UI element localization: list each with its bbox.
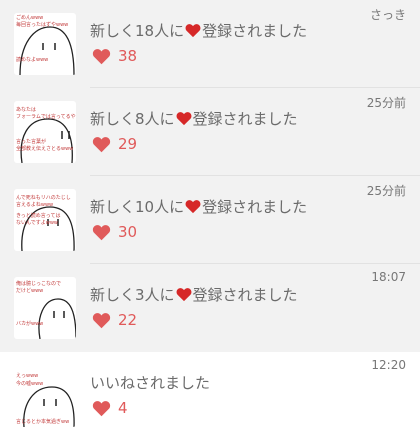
timestamp: 25分前 xyxy=(366,184,406,198)
notification-row[interactable]: んで死ねもリハのたじし 言えるよねwww きっと読め言っては ないんですよwww… xyxy=(0,176,420,264)
notification-row[interactable]: 俺は臆じっこなので だけどwww バカがwww 新しく3人に 登録されました 22… xyxy=(0,264,420,352)
thumbnail-image: えっwww 今の嘘www 言じるとか本気過ぎww xyxy=(14,365,76,427)
thumbnail-caption: 言った言葉が xyxy=(16,139,47,145)
thumbnail-caption: ないんですよwww xyxy=(16,220,59,226)
like-count-value: 29 xyxy=(118,135,138,153)
heart-icon xyxy=(92,48,111,64)
notification-title: 新しく3人に 登録されました xyxy=(90,286,298,304)
heart-icon xyxy=(92,136,111,152)
heart-icon xyxy=(92,312,111,328)
like-count: 30 xyxy=(92,222,137,242)
heart-icon xyxy=(176,112,191,126)
like-count-value: 38 xyxy=(118,47,138,65)
timestamp: 25分前 xyxy=(366,96,406,110)
thumbnail-image: んで死ねもリハのたじし 言えるよねwww きっと読め言っては ないんですよwww xyxy=(14,189,76,251)
thumbnail-image: ごめんwww 毎回言ったはずやwww 読めなよwww xyxy=(14,13,76,75)
heart-icon xyxy=(185,24,201,38)
thumbnail-caption: バカがwww xyxy=(16,321,44,327)
like-count-value: 30 xyxy=(118,223,138,241)
thumbnail-caption: んで死ねもリハのたじし xyxy=(16,195,71,201)
thumbnail-caption: フォーラムでは言ってるや xyxy=(16,114,76,120)
notification-row[interactable]: ごめんwww 毎回言ったはずやwww 読めなよwww 新しく18人に 登録されまし… xyxy=(0,0,420,88)
notification-title: 新しく8人に 登録されました xyxy=(90,110,298,128)
like-count-value: 22 xyxy=(118,311,138,329)
thumbnail-caption: 俺は臆じっこなので xyxy=(16,281,62,287)
heart-icon xyxy=(92,224,111,240)
thumbnail-caption: 言えるよねwww xyxy=(16,202,54,208)
heart-icon xyxy=(185,200,201,214)
thumbnail-caption: えっwww xyxy=(16,373,39,379)
notification-title: 新しく10人に 登録されました xyxy=(90,198,308,216)
thumbnail-caption: ごめんwww xyxy=(16,15,44,21)
timestamp: さっき xyxy=(369,8,406,22)
thumbnail-image: 俺は臆じっこなので だけどwww バカがwww xyxy=(14,277,76,339)
thumbnail-caption: 読めなよwww xyxy=(16,57,49,63)
thumbnail-caption: 毎回言ったはずやwww xyxy=(16,22,69,28)
thumbnail-caption: だけどwww xyxy=(16,288,44,294)
timestamp: 18:07 xyxy=(371,270,406,284)
notification-row[interactable]: えっwww 今の嘘www 言じるとか本気過ぎww いいねされました 4 12:2… xyxy=(0,352,420,440)
like-count: 4 xyxy=(92,398,128,418)
thumbnail-caption: 言じるとか本気過ぎww xyxy=(16,419,70,425)
thumbnail-caption: 全部教え伝えさとるwww xyxy=(16,146,74,152)
notification-title: 新しく18人に 登録されました xyxy=(90,22,308,40)
notification-row[interactable]: あなたは フォーラムでは言ってるや 言った言葉が 全部教え伝えさとるwww 新し… xyxy=(0,88,420,176)
thumbnail-image: あなたは フォーラムでは言ってるや 言った言葉が 全部教え伝えさとるwww xyxy=(14,101,76,163)
thumbnail-caption: 今の嘘www xyxy=(16,381,44,387)
heart-icon xyxy=(92,400,111,416)
thumbnail-caption: あなたは xyxy=(16,107,37,113)
heart-icon xyxy=(176,288,191,302)
like-count: 38 xyxy=(92,46,137,66)
thumbnail-caption: きっと読め言っては xyxy=(16,213,61,219)
timestamp: 12:20 xyxy=(371,358,406,372)
like-count: 22 xyxy=(92,310,137,330)
like-count: 29 xyxy=(92,134,137,154)
notification-title: いいねされました xyxy=(90,374,211,392)
notification-list: ごめんwww 毎回言ったはずやwww 読めなよwww 新しく18人に 登録されまし… xyxy=(0,0,420,440)
like-count-value: 4 xyxy=(118,399,128,417)
